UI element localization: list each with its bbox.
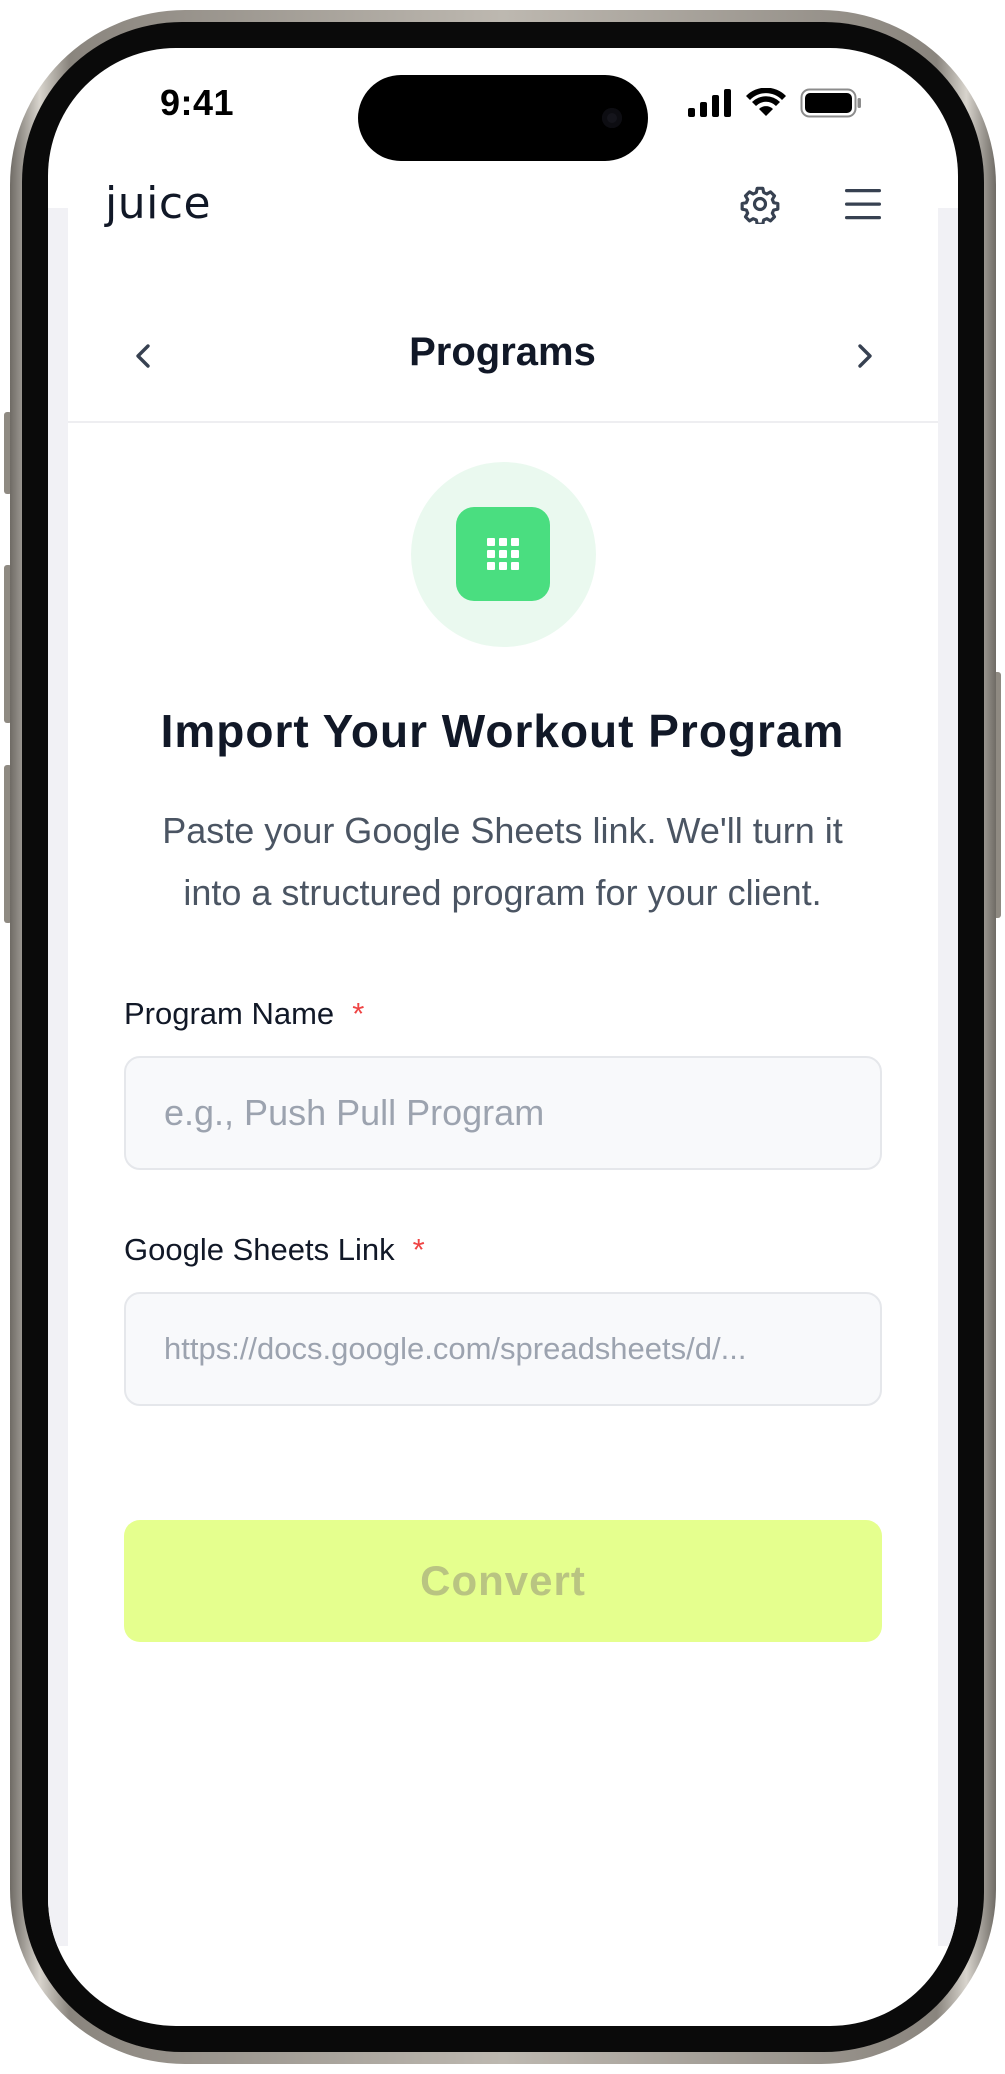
wifi-icon [746, 88, 786, 116]
program-name-label: Program Name * [124, 996, 364, 1032]
required-marker: * [352, 996, 365, 1031]
required-marker: * [412, 1232, 425, 1267]
gear-icon[interactable] [740, 184, 780, 224]
sheets-link-label: Google Sheets Link * [124, 1232, 425, 1268]
import-description: Paste your Google Sheets link. We'll tur… [162, 810, 843, 913]
program-name-label-text: Program Name [124, 996, 335, 1031]
convert-button[interactable]: Convert [124, 1520, 882, 1642]
status-time: 9:41 [160, 82, 235, 123]
sheets-link-label-text: Google Sheets Link [124, 1232, 395, 1267]
status-icons [688, 88, 862, 118]
screen-edge-left [48, 208, 68, 1946]
battery-icon [800, 88, 861, 118]
app-logo: juice [105, 178, 212, 229]
import-heading: Import Your Workout Program [160, 705, 845, 757]
hamburger-menu-icon[interactable] [844, 186, 882, 222]
hero-icon-tile [456, 507, 550, 601]
chevron-right-icon[interactable] [846, 338, 882, 374]
camera-icon [602, 108, 622, 128]
program-name-input[interactable] [124, 1056, 882, 1170]
spreadsheet-grid-icon [487, 538, 519, 570]
header-divider [68, 421, 938, 423]
screen-edge-right [938, 208, 958, 1946]
cellular-signal-icon [688, 89, 731, 117]
sheets-link-input[interactable] [124, 1292, 882, 1406]
dynamic-island [358, 75, 648, 161]
